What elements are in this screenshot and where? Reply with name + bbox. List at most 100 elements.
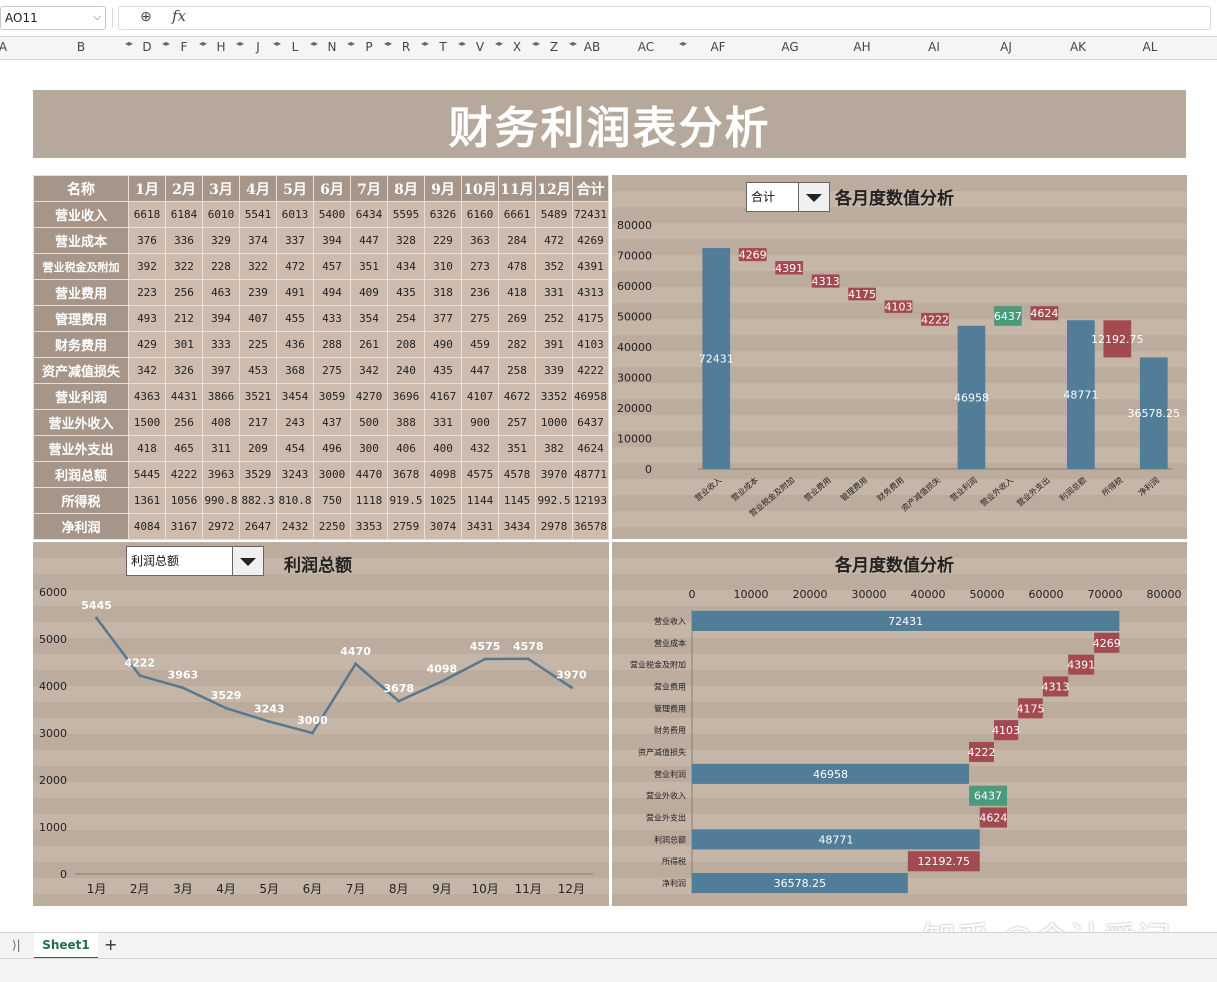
table-cell[interactable]: 36578: [572, 513, 609, 540]
table-cell[interactable]: 397: [202, 357, 240, 384]
table-cell[interactable]: 882.3: [239, 487, 277, 514]
table-cell[interactable]: 239: [239, 279, 277, 306]
table-cell[interactable]: 331: [535, 279, 573, 306]
column-header-cell[interactable]: 名称: [33, 175, 129, 202]
table-cell[interactable]: 3521: [239, 383, 277, 410]
table-cell[interactable]: 212: [165, 305, 203, 332]
table-cell[interactable]: 1500: [128, 409, 166, 436]
table-cell[interactable]: 288: [313, 331, 351, 358]
table-cell[interactable]: 3696: [387, 383, 425, 410]
hidden-column-marker-icon[interactable]: ◂▸: [569, 39, 577, 48]
table-cell[interactable]: 5445: [128, 461, 166, 488]
table-cell[interactable]: 322: [165, 253, 203, 280]
table-cell[interactable]: 240: [387, 357, 425, 384]
table-cell[interactable]: 368: [276, 357, 314, 384]
table-cell[interactable]: 300: [350, 435, 388, 462]
table-cell[interactable]: 3454: [276, 383, 314, 410]
hidden-column-marker-icon[interactable]: ◂▸: [125, 39, 133, 48]
table-cell[interactable]: 326: [165, 357, 203, 384]
column-label[interactable]: AH: [853, 40, 870, 54]
table-cell[interactable]: 48771: [572, 461, 609, 488]
table-cell[interactable]: 447: [461, 357, 499, 384]
table-cell[interactable]: 478: [498, 253, 536, 280]
column-header-cell[interactable]: 8月: [387, 175, 425, 202]
table-cell[interactable]: 4084: [128, 513, 166, 540]
table-cell[interactable]: 376: [128, 227, 166, 254]
table-cell[interactable]: 392: [128, 253, 166, 280]
table-cell[interactable]: 209: [239, 435, 277, 462]
column-label[interactable]: A: [0, 40, 7, 54]
column-header-cell[interactable]: 5月: [276, 175, 314, 202]
table-cell[interactable]: 465: [165, 435, 203, 462]
hidden-column-marker-icon[interactable]: ◂▸: [384, 39, 392, 48]
table-cell[interactable]: 433: [313, 305, 351, 332]
table-cell[interactable]: 3963: [202, 461, 240, 488]
row-label[interactable]: 利润总额: [33, 461, 129, 488]
table-cell[interactable]: 354: [350, 305, 388, 332]
row-label[interactable]: 财务费用: [33, 331, 129, 358]
table-cell[interactable]: 3059: [313, 383, 351, 410]
column-header-cell[interactable]: 2月: [165, 175, 203, 202]
table-cell[interactable]: 3678: [387, 461, 425, 488]
table-cell[interactable]: 406: [387, 435, 425, 462]
table-cell[interactable]: 4363: [128, 383, 166, 410]
table-cell[interactable]: 455: [276, 305, 314, 332]
formula-input[interactable]: [118, 6, 1211, 30]
table-cell[interactable]: 459: [461, 331, 499, 358]
hidden-column-marker-icon[interactable]: ◂▸: [679, 39, 687, 48]
table-cell[interactable]: 432: [461, 435, 499, 462]
table-cell[interactable]: 4313: [572, 279, 609, 306]
table-cell[interactable]: 391: [535, 331, 573, 358]
table-cell[interactable]: 435: [424, 357, 462, 384]
table-cell[interactable]: 1056: [165, 487, 203, 514]
table-cell[interactable]: 275: [313, 357, 351, 384]
table-cell[interactable]: 6013: [276, 201, 314, 228]
column-label[interactable]: AC: [638, 40, 654, 54]
row-label[interactable]: 资产减值损失: [33, 357, 129, 384]
table-cell[interactable]: 4222: [572, 357, 609, 384]
table-cell[interactable]: 919.5: [387, 487, 425, 514]
table-cell[interactable]: 382: [535, 435, 573, 462]
table-cell[interactable]: 3866: [202, 383, 240, 410]
hidden-column-marker-icon[interactable]: ◂▸: [199, 39, 207, 48]
column-header-cell[interactable]: 7月: [350, 175, 388, 202]
hidden-column-marker-icon[interactable]: ◂▸: [273, 39, 281, 48]
table-cell[interactable]: 493: [128, 305, 166, 332]
table-cell[interactable]: 418: [498, 279, 536, 306]
column-header-cell[interactable]: 12月: [535, 175, 573, 202]
column-label[interactable]: B: [77, 40, 85, 54]
table-cell[interactable]: 4624: [572, 435, 609, 462]
column-label[interactable]: T: [439, 40, 446, 54]
row-label[interactable]: 净利润: [33, 513, 129, 540]
table-cell[interactable]: 275: [461, 305, 499, 332]
table-cell[interactable]: 217: [239, 409, 277, 436]
table-cell[interactable]: 331: [424, 409, 462, 436]
name-box[interactable]: AO11 ⌵: [0, 6, 106, 30]
table-cell[interactable]: 490: [424, 331, 462, 358]
table-cell[interactable]: 4269: [572, 227, 609, 254]
hidden-column-marker-icon[interactable]: ◂▸: [162, 39, 170, 48]
table-cell[interactable]: 12193: [572, 487, 609, 514]
row-label[interactable]: 营业外支出: [33, 435, 129, 462]
column-header-cell[interactable]: 11月: [498, 175, 536, 202]
table-cell[interactable]: 388: [387, 409, 425, 436]
table-cell[interactable]: 491: [276, 279, 314, 306]
table-cell[interactable]: 4107: [461, 383, 499, 410]
table-cell[interactable]: 4431: [165, 383, 203, 410]
table-cell[interactable]: 407: [239, 305, 277, 332]
profit-table[interactable]: 名称 1月 2月 3月 4月 5月 6月 7月 8月 9月 10月 11月 12月 合计 营业收入 6618 6…: [33, 175, 609, 540]
hidden-column-marker-icon[interactable]: ◂▸: [532, 39, 540, 48]
row-label[interactable]: 所得税: [33, 487, 129, 514]
table-cell[interactable]: 351: [498, 435, 536, 462]
column-label[interactable]: AJ: [1000, 40, 1012, 54]
column-header-cell[interactable]: 3月: [202, 175, 240, 202]
table-cell[interactable]: 236: [461, 279, 499, 306]
table-cell[interactable]: 282: [498, 331, 536, 358]
row-label[interactable]: 营业费用: [33, 279, 129, 306]
table-cell[interactable]: 6010: [202, 201, 240, 228]
table-cell[interactable]: 4167: [424, 383, 462, 410]
zoom-icon[interactable]: ⊕: [140, 9, 152, 25]
table-cell[interactable]: 2432: [276, 513, 314, 540]
column-label[interactable]: N: [328, 40, 337, 54]
table-cell[interactable]: 454: [276, 435, 314, 462]
